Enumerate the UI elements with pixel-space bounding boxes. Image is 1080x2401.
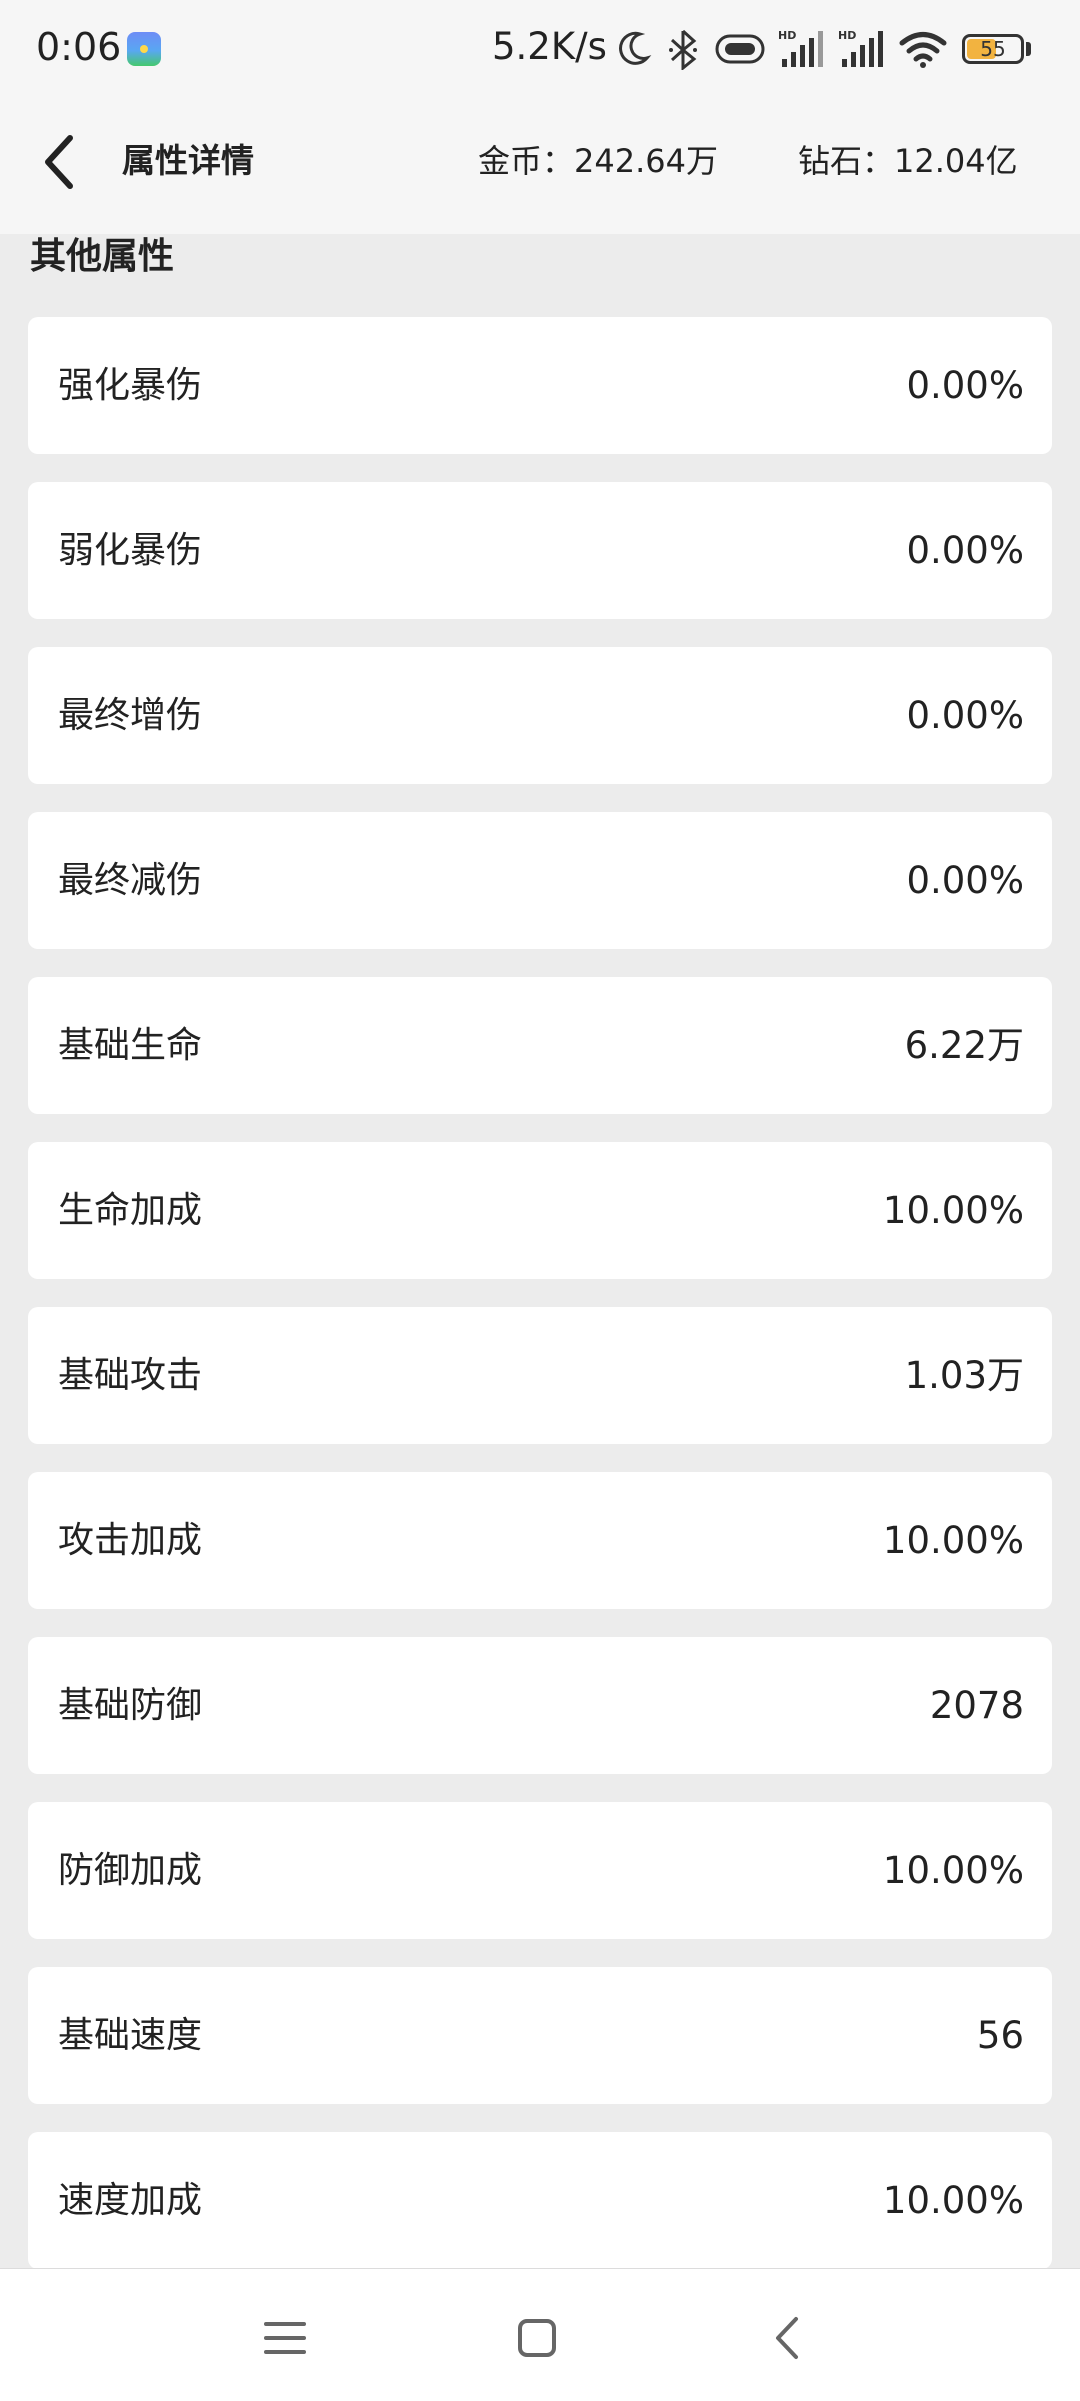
attribute-label: 最终增伤: [58, 695, 203, 736]
attribute-value: 1.03万: [904, 1354, 1024, 1397]
home-icon: [518, 2319, 556, 2357]
wifi-icon: [899, 32, 947, 68]
attribute-label: 最终减伤: [58, 860, 203, 901]
gold-currency: 金币：242.64万: [478, 140, 718, 182]
diamond-value: 12.04亿: [894, 142, 1018, 180]
back-button[interactable]: [32, 126, 92, 198]
attribute-label: 基础生命: [58, 1025, 203, 1066]
attribute-value: 0.00%: [906, 694, 1024, 737]
attribute-card: 速度加成 10.00%: [28, 2132, 1052, 2269]
signal-icon: HD: [778, 29, 823, 67]
attribute-card: 基础生命 6.22万: [28, 977, 1052, 1114]
attribute-value: 10.00%: [882, 1849, 1024, 1892]
back-icon: [776, 2317, 798, 2359]
attribute-card: 最终减伤 0.00%: [28, 812, 1052, 949]
battery-level-text: 55: [980, 37, 1006, 61]
system-back-button[interactable]: [758, 2307, 820, 2369]
attribute-value: 0.00%: [906, 859, 1024, 902]
gold-label: 金币：: [478, 142, 575, 180]
diamond-currency: 钻石：12.04亿: [798, 140, 1018, 182]
navigation-bar: [0, 2268, 1080, 2401]
attribute-card: 防御加成 10.00%: [28, 1802, 1052, 1939]
attribute-card: 基础攻击 1.03万: [28, 1307, 1052, 1444]
attribute-label: 强化暴伤: [58, 365, 203, 406]
attribute-label: 基础攻击: [58, 1355, 203, 1396]
battery-tip: [1026, 42, 1031, 56]
menu-button[interactable]: [254, 2307, 316, 2369]
status-time: 0:06: [36, 25, 122, 69]
svg-text:HD: HD: [838, 29, 856, 42]
attribute-value: 10.00%: [882, 1519, 1024, 1562]
gold-value: 242.64万: [574, 142, 718, 180]
chevron-left-icon: [45, 135, 73, 189]
app-notification-icon: [127, 32, 161, 66]
moon-icon: [619, 31, 652, 65]
page-title: 属性详情: [122, 141, 254, 180]
network-speed: 5.2K/s: [492, 25, 607, 68]
diamond-label: 钻石：: [798, 142, 895, 180]
attribute-card: 最终增伤 0.00%: [28, 647, 1052, 784]
page-header: 属性详情 金币：242.64万 钻石：12.04亿: [0, 96, 1080, 234]
battery-icon: 55: [962, 34, 1024, 64]
attribute-value: 2078: [929, 1684, 1024, 1727]
signal-icon: HD: [838, 29, 883, 67]
attribute-card: 强化暴伤 0.00%: [28, 317, 1052, 454]
attribute-label: 速度加成: [58, 2180, 203, 2221]
attribute-value: 0.00%: [906, 364, 1024, 407]
attribute-card: 基础防御 2078: [28, 1637, 1052, 1774]
attribute-value: 0.00%: [906, 529, 1024, 572]
svg-text:HD: HD: [778, 29, 796, 42]
attribute-value: 10.00%: [882, 1189, 1024, 1232]
attribute-label: 弱化暴伤: [58, 530, 203, 571]
attribute-value: 6.22万: [904, 1024, 1024, 1067]
attribute-card: 基础速度 56: [28, 1967, 1052, 2104]
home-button[interactable]: [506, 2307, 568, 2369]
status-bar: 0:06 5.2K/s HD HD 55: [0, 0, 1080, 96]
attribute-label: 生命加成: [58, 1190, 203, 1231]
vibrate-icon: [715, 34, 765, 64]
attribute-card: 生命加成 10.00%: [28, 1142, 1052, 1279]
attribute-value: 56: [976, 2014, 1024, 2057]
attribute-card: 弱化暴伤 0.00%: [28, 482, 1052, 619]
attribute-value: 10.00%: [882, 2179, 1024, 2222]
attribute-label: 攻击加成: [58, 1520, 203, 1561]
attribute-label: 防御加成: [58, 1850, 203, 1891]
attribute-label: 基础速度: [58, 2015, 203, 2056]
section-title: 其他属性: [30, 236, 175, 277]
attribute-label: 基础防御: [58, 1685, 203, 1726]
attribute-card: 攻击加成 10.00%: [28, 1472, 1052, 1609]
bluetooth-icon: [669, 29, 697, 70]
menu-icon: [264, 2322, 306, 2354]
